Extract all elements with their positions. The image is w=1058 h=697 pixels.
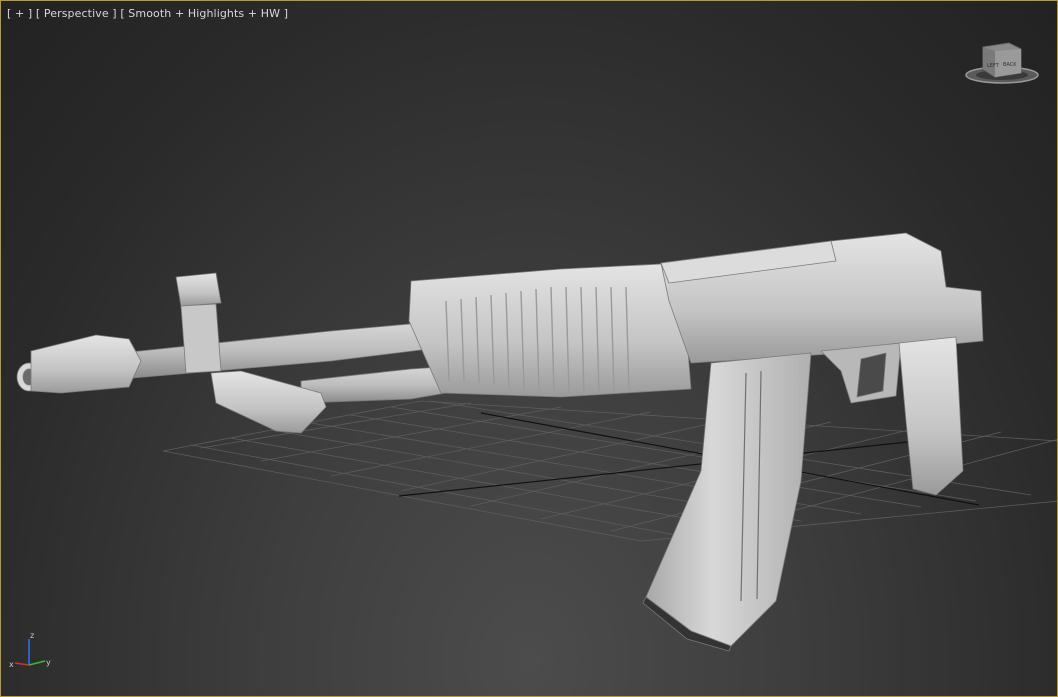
viewcube[interactable]: LEFT BACK xyxy=(963,39,1041,89)
rifle-magazine xyxy=(645,352,812,647)
viewcube-face-back[interactable]: BACK xyxy=(1003,62,1017,68)
axis-z-label: z xyxy=(30,631,34,640)
rifle-front-sight xyxy=(175,272,222,307)
axis-y-label: y xyxy=(46,658,51,667)
rifle-pistol-grip xyxy=(898,336,964,496)
axis-x-label: x xyxy=(9,660,14,669)
axis-triad-icon: z x y xyxy=(9,631,51,669)
rifle-muzzle-brake xyxy=(30,334,142,394)
viewcube-face-left[interactable]: LEFT xyxy=(987,63,1000,69)
perspective-viewport[interactable]: [ + ] [ Perspective ] [ Smooth + Highlig… xyxy=(0,0,1058,697)
viewcube-icon: LEFT BACK xyxy=(965,42,1039,84)
rifle-barrel xyxy=(120,322,430,380)
scene-canvas[interactable] xyxy=(1,1,1058,697)
axis-triad: z x y xyxy=(7,629,57,677)
rifle-handguard xyxy=(408,262,692,398)
grid-center-axes xyxy=(398,412,980,506)
